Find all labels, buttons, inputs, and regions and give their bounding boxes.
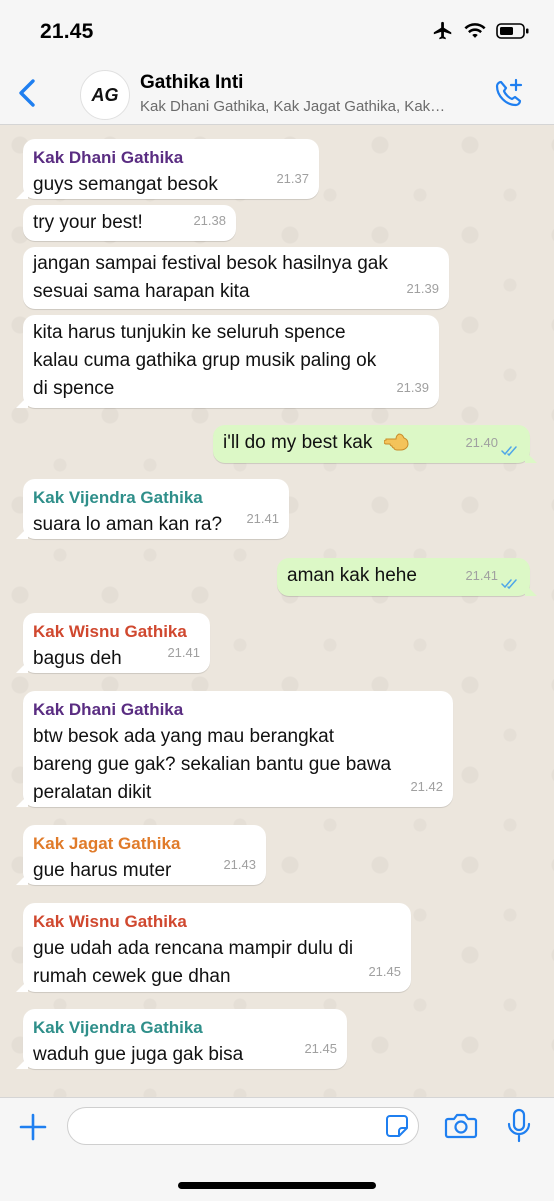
bubble-tail: [525, 451, 537, 463]
battery-icon: [496, 23, 529, 39]
message-text: btw besok ada yang mau berangkat: [33, 726, 335, 747]
message-time: 21.39: [406, 281, 439, 296]
message-bubble[interactable]: Kak Wisnu Gathika gue udah ada rencana m…: [16, 903, 411, 992]
airplane-icon: [433, 21, 452, 40]
message-time: 21.37: [276, 171, 309, 186]
add-call-icon: [495, 78, 523, 107]
message-time: 21.40: [465, 435, 498, 450]
message-time: 21.38: [193, 213, 226, 228]
message-text: jangan sampai festival besok hasilnya ga…: [33, 253, 388, 274]
message-bubble[interactable]: Kak Vijendra Gathika suara lo aman kan r…: [16, 479, 289, 539]
sticker-icon: [386, 1115, 408, 1137]
message-time: 21.43: [223, 857, 256, 872]
bubble-tail: [16, 661, 28, 673]
sender-name: Kak Vijendra Gathika: [33, 1018, 203, 1037]
microphone-button[interactable]: [506, 1108, 532, 1144]
message-time: 21.39: [396, 380, 429, 395]
bubble-tail: [525, 584, 537, 596]
message-bubble[interactable]: Kak Wisnu Gathika bagus deh 21.41: [16, 613, 210, 673]
status-time: 21.45: [40, 20, 94, 43]
chevron-left-icon: [19, 79, 35, 107]
message-text: bareng gue gak? sekalian bantu gue bawa: [33, 754, 392, 775]
status-bar: 21.45: [0, 0, 554, 62]
attach-button[interactable]: [16, 1110, 50, 1144]
message-bubble[interactable]: kita harus tunjukin ke seluruh spence ka…: [16, 315, 439, 408]
message-text: suara lo aman kan ra?: [33, 514, 223, 535]
message-time: 21.41: [167, 645, 200, 660]
message-text: i'll do my best kak: [223, 432, 373, 453]
back-button[interactable]: [12, 75, 42, 111]
sender-name: Kak Wisnu Gathika: [33, 912, 187, 931]
camera-icon: [444, 1113, 478, 1139]
add-call-button[interactable]: [492, 76, 526, 110]
sticker-button[interactable]: [385, 1114, 409, 1138]
message-bubble[interactable]: Kak Vijendra Gathika waduh gue juga gak …: [16, 1009, 347, 1069]
message-time: 21.41: [246, 511, 279, 526]
bubble-tail: [16, 187, 28, 199]
message-bubble[interactable]: Kak Dhani Gathika guys semangat besok 21…: [16, 139, 319, 199]
message-text: guys semangat besok: [33, 174, 218, 195]
message-text: waduh gue juga gak bisa: [33, 1044, 244, 1065]
message-text: kita harus tunjukin ke seluruh spence: [33, 322, 346, 343]
group-avatar[interactable]: AG: [80, 70, 130, 120]
message-text: sesuai sama harapan kita: [33, 281, 250, 302]
sender-name: Kak Vijendra Gathika: [33, 488, 203, 507]
message-text: kalau cuma gathika grup musik paling ok: [33, 350, 377, 371]
group-members[interactable]: Kak Dhani Gathika, Kak Jagat Gathika, Ka…: [140, 98, 480, 115]
group-title[interactable]: Gathika Inti: [140, 72, 243, 94]
message-time: 21.45: [304, 1041, 337, 1056]
message-bubble[interactable]: Kak Dhani Gathika btw besok ada yang mau…: [16, 691, 453, 807]
message-text: di spence: [33, 378, 115, 399]
message-text: gue udah ada rencana mampir dulu di: [33, 938, 354, 959]
message-text: peralatan dikit: [33, 782, 152, 803]
bubble-tail: [16, 873, 28, 885]
message-time: 21.45: [368, 964, 401, 979]
pointing-hand-emoji: [383, 433, 409, 451]
plus-icon: [19, 1113, 47, 1141]
message-text: rumah cewek gue dhan: [33, 966, 231, 987]
home-indicator: [178, 1182, 376, 1189]
bubble-tail: [16, 1057, 28, 1069]
message-bubble-outgoing[interactable]: i'll do my best kak 21.40: [213, 425, 537, 463]
message-time: 21.41: [465, 568, 498, 583]
message-bubble[interactable]: try your best! 21.38: [23, 205, 236, 241]
bubble-tail: [16, 980, 28, 992]
sender-name: Kak Dhani Gathika: [33, 148, 184, 167]
bubble-tail: [16, 795, 28, 807]
message-bubble-outgoing[interactable]: aman kak hehe 21.41: [277, 558, 537, 596]
microphone-icon: [507, 1108, 531, 1143]
message-bubble[interactable]: Kak Jagat Gathika gue harus muter 21.43: [16, 825, 266, 885]
message-input[interactable]: [67, 1107, 419, 1145]
sender-name: Kak Dhani Gathika: [33, 700, 184, 719]
wifi-icon: [464, 23, 486, 38]
message-bubble[interactable]: jangan sampai festival besok hasilnya ga…: [23, 247, 449, 309]
read-ticks-icon: [501, 446, 517, 457]
read-ticks-icon: [501, 579, 517, 590]
input-bar: [0, 1097, 554, 1201]
camera-button[interactable]: [444, 1110, 478, 1142]
status-icons: [432, 20, 530, 42]
chat-area[interactable]: Kak Dhani Gathika guys semangat besok 21…: [0, 125, 554, 1097]
message-time: 21.42: [410, 779, 443, 794]
message-text: aman kak hehe: [287, 565, 417, 586]
chat-header: AG Gathika Inti Kak Dhani Gathika, Kak J…: [0, 62, 554, 125]
bubble-tail: [16, 396, 28, 408]
bubble-tail: [16, 527, 28, 539]
